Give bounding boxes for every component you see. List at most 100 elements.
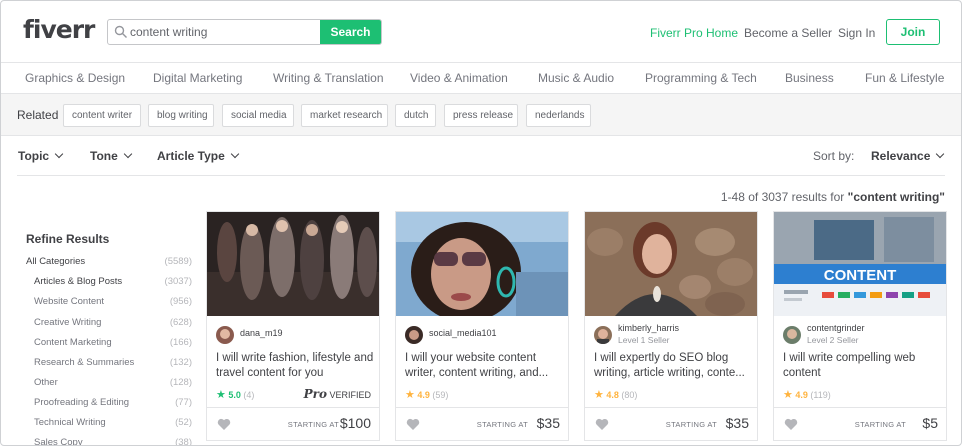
sidebar-item-label: Research & Summaries xyxy=(34,357,135,368)
seller-avatar[interactable] xyxy=(216,326,234,344)
fashion-runway-image xyxy=(207,212,379,316)
related-tag[interactable]: market research xyxy=(301,104,388,127)
gig-rating: ★ 4.9 (59) xyxy=(405,388,448,401)
sidebar-item-count: (128) xyxy=(169,377,192,388)
seller-avatar[interactable] xyxy=(405,326,423,344)
rating-value: 4.8 xyxy=(606,390,619,400)
sidebar-item-other[interactable]: Other (128) xyxy=(34,377,192,391)
gig-price: $35 xyxy=(725,415,749,431)
gig-thumbnail[interactable] xyxy=(207,212,379,316)
category-business[interactable]: Business xyxy=(785,71,834,85)
nav-become-seller[interactable]: Become a Seller xyxy=(744,26,832,40)
filter-label: Article Type xyxy=(157,149,225,163)
seller-level: Level 2 Seller xyxy=(807,335,859,345)
related-tags-bar: Related content writer blog writing soci… xyxy=(1,94,961,136)
refine-results-title: Refine Results xyxy=(26,232,110,246)
sidebar-item-label: Website Content xyxy=(34,296,105,307)
sort-value: Relevance xyxy=(871,149,931,163)
sidebar-item-label: Sales Copy xyxy=(34,437,83,446)
nav-sign-in[interactable]: Sign In xyxy=(838,26,875,40)
related-tag[interactable]: content writer xyxy=(63,104,141,127)
results-count: 1-48 of 3037 results for "content writin… xyxy=(721,190,945,204)
related-tag[interactable]: dutch xyxy=(395,104,436,127)
sidebar-item-website-content[interactable]: Website Content (956) xyxy=(34,296,192,310)
rating-value: 4.9 xyxy=(417,390,430,400)
related-tag[interactable]: blog writing xyxy=(148,104,214,127)
sidebar-item-count: (166) xyxy=(169,337,192,348)
starting-at-label: STARTING AT xyxy=(476,420,528,429)
category-digital-marketing[interactable]: Digital Marketing xyxy=(153,71,242,85)
gig-card[interactable]: dana_m19 I will write fashion, lifestyle… xyxy=(206,211,380,441)
gig-title[interactable]: I will your website content writer, cont… xyxy=(405,351,563,381)
related-tag[interactable]: nederlands xyxy=(526,104,591,127)
join-button[interactable]: Join xyxy=(886,19,940,45)
filter-article-type[interactable]: Article Type xyxy=(157,149,240,163)
gig-price: $35 xyxy=(536,415,560,431)
heart-icon[interactable] xyxy=(406,418,420,431)
review-count: (119) xyxy=(810,390,831,400)
nav-fiverr-pro-home[interactable]: Fiverr Pro Home xyxy=(650,26,738,40)
chevron-down-icon xyxy=(936,149,945,159)
related-tag[interactable]: press release xyxy=(444,104,518,127)
filter-tone[interactable]: Tone xyxy=(90,149,133,163)
filter-label: Tone xyxy=(90,149,118,163)
sidebar-item-proofreading-editing[interactable]: Proofreading & Editing (77) xyxy=(34,397,192,411)
seller-name[interactable]: dana_m19 xyxy=(240,328,283,338)
search-bar[interactable]: Search xyxy=(107,19,382,45)
pro-badge-label: Pro xyxy=(303,387,327,401)
gig-title[interactable]: I will expertly do SEO blog writing, art… xyxy=(594,351,752,381)
sort-dropdown[interactable]: Relevance xyxy=(871,149,945,163)
filter-label: Topic xyxy=(18,149,50,163)
sidebar-item-articles-blog-posts[interactable]: Articles & Blog Posts (3037) xyxy=(34,276,192,290)
sidebar-item-creative-writing[interactable]: Creative Writing (628) xyxy=(34,317,192,331)
search-button[interactable]: Search xyxy=(320,20,381,44)
related-label: Related xyxy=(17,108,59,122)
fiverr-logo[interactable]: fiverr xyxy=(23,15,95,44)
starting-at-label: STARTING AT xyxy=(854,420,906,429)
category-programming-tech[interactable]: Programming & Tech xyxy=(645,71,757,85)
sidebar-item-count: (5589) xyxy=(164,256,192,267)
gig-card[interactable]: kimberly_harris Level 1 Seller I will ex… xyxy=(584,211,758,441)
gig-price: $100 xyxy=(339,415,371,431)
sort-label: Sort by: xyxy=(813,149,855,163)
sidebar-item-technical-writing[interactable]: Technical Writing (52) xyxy=(34,417,192,431)
heart-icon[interactable] xyxy=(784,418,798,431)
sidebar-item-count: (77) xyxy=(175,397,192,408)
category-video-animation[interactable]: Video & Animation xyxy=(410,71,508,85)
verified-label: VERIFIED xyxy=(329,390,371,400)
sidebar-item-label: Creative Writing xyxy=(34,317,102,328)
gig-thumbnail[interactable] xyxy=(585,212,757,316)
gig-card[interactable]: social_media101 I will your website cont… xyxy=(395,211,569,441)
category-fun-lifestyle[interactable]: Fun & Lifestyle xyxy=(865,71,944,85)
related-tag[interactable]: social media xyxy=(222,104,294,127)
heart-icon[interactable] xyxy=(217,418,231,431)
gig-card[interactable]: CONTENT contentgrinder Level 2 Seller I … xyxy=(773,211,947,441)
gig-thumbnail[interactable] xyxy=(396,212,568,316)
gig-footer: STARTING AT $5 xyxy=(774,407,946,440)
content-image-text: CONTENT xyxy=(824,267,897,284)
starting-at-label: STARTING AT xyxy=(665,420,717,429)
sidebar-item-content-marketing[interactable]: Content Marketing (166) xyxy=(34,337,192,351)
category-music-audio[interactable]: Music & Audio xyxy=(538,71,614,85)
category-graphics-design[interactable]: Graphics & Design xyxy=(25,71,125,85)
seller-name[interactable]: contentgrinder xyxy=(807,323,865,333)
sidebar-item-research-summaries[interactable]: Research & Summaries (132) xyxy=(34,357,192,371)
star-icon: ★ xyxy=(594,389,604,401)
gig-title[interactable]: I will write compelling web content xyxy=(783,351,941,381)
filter-topic[interactable]: Topic xyxy=(18,149,64,163)
review-count: (4) xyxy=(243,390,255,400)
heart-icon[interactable] xyxy=(595,418,609,431)
seller-name[interactable]: social_media101 xyxy=(429,328,497,338)
gig-thumbnail[interactable]: CONTENT xyxy=(774,212,946,316)
sidebar-item-count: (52) xyxy=(175,417,192,428)
seller-name[interactable]: kimberly_harris xyxy=(618,323,679,333)
seller-avatar[interactable] xyxy=(594,326,612,344)
sidebar-item-all-categories[interactable]: All Categories (5589) xyxy=(26,256,192,270)
results-query: "content writing" xyxy=(847,190,945,204)
sidebar-item-label: Other xyxy=(34,377,58,388)
search-input[interactable] xyxy=(130,20,320,44)
category-writing-translation[interactable]: Writing & Translation xyxy=(273,71,384,85)
gig-title[interactable]: I will write fashion, lifestyle and trav… xyxy=(216,351,374,381)
seller-avatar[interactable] xyxy=(783,326,801,344)
sidebar-item-sales-copy[interactable]: Sales Copy (38) xyxy=(34,437,192,446)
